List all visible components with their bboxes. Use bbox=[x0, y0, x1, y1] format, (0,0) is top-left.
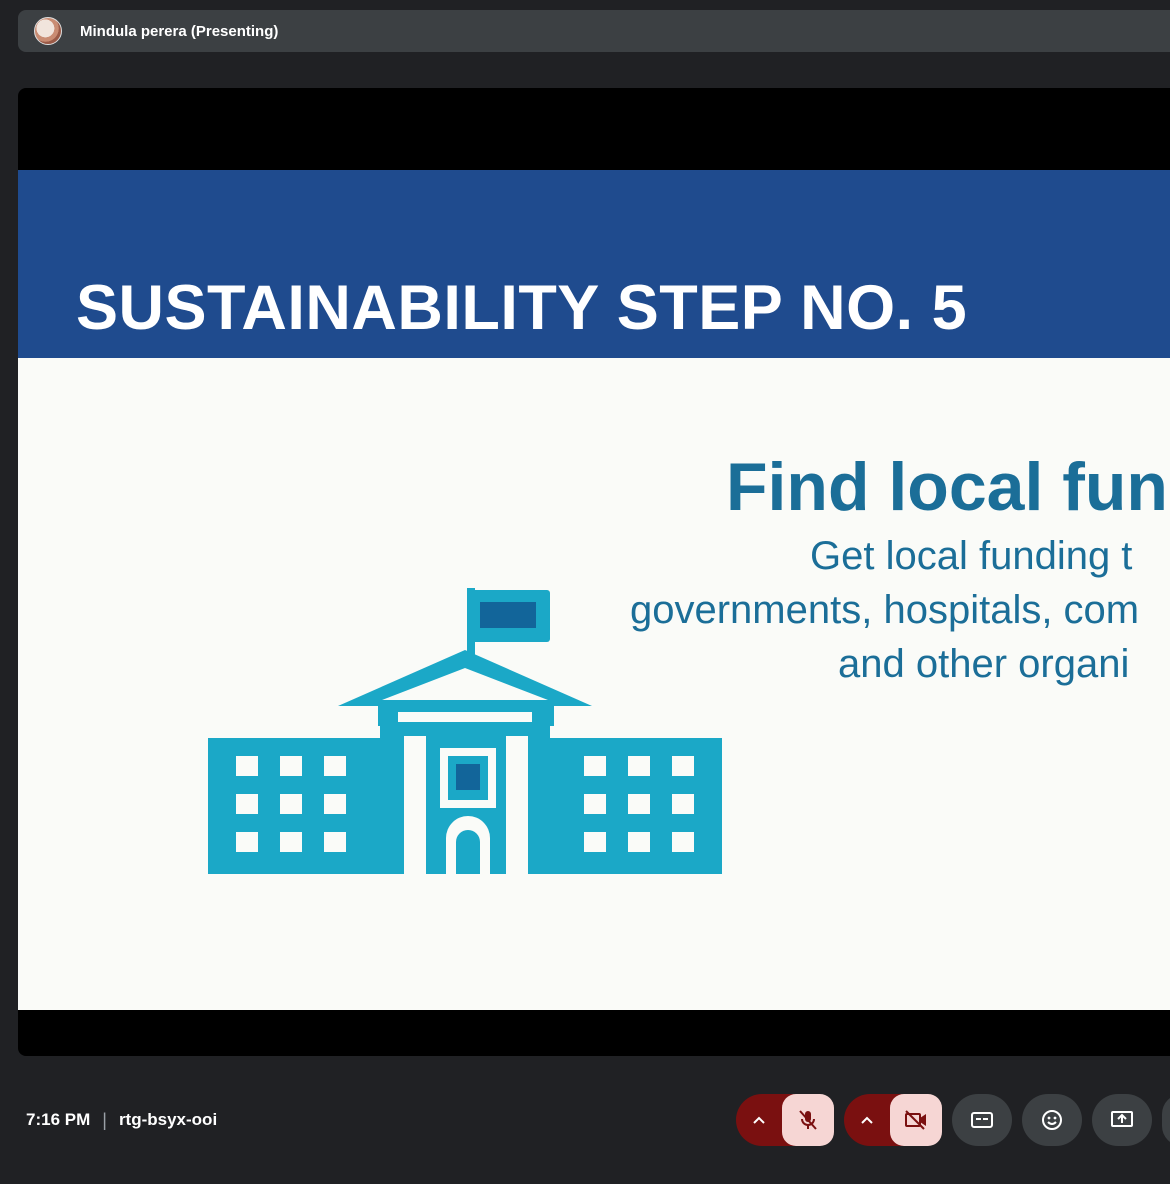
mic-control-group bbox=[736, 1094, 834, 1146]
slide-title: SUSTAINABILITY STEP NO. 5 bbox=[76, 273, 968, 343]
mic-options-chevron-icon[interactable] bbox=[736, 1094, 782, 1146]
presenter-avatar bbox=[34, 17, 62, 45]
meeting-toolbar: 7:16 PM | rtg-bsyx-ooi bbox=[0, 1080, 1170, 1160]
slide-heading: Find local fun bbox=[726, 449, 1168, 525]
mic-off-icon bbox=[799, 1110, 817, 1130]
presenter-bar[interactable]: Mindula perera (Presenting) bbox=[18, 10, 1170, 52]
presentation-stage: SUSTAINABILITY STEP NO. 5 Find local fun… bbox=[18, 88, 1170, 1056]
slide-body-line: Get local funding t bbox=[810, 534, 1133, 578]
camera-off-icon bbox=[905, 1110, 926, 1130]
separator: | bbox=[102, 1109, 107, 1130]
captions-icon bbox=[971, 1112, 993, 1128]
reactions-button[interactable] bbox=[1022, 1094, 1082, 1146]
slide: SUSTAINABILITY STEP NO. 5 Find local fun… bbox=[18, 170, 1170, 1010]
slide-body-line: and other organi bbox=[838, 642, 1130, 686]
camera-toggle-button[interactable] bbox=[890, 1094, 942, 1146]
present-screen-icon bbox=[1111, 1111, 1133, 1127]
mic-toggle-button[interactable] bbox=[782, 1094, 834, 1146]
slide-header-band: SUSTAINABILITY STEP NO. 5 bbox=[18, 170, 1170, 358]
meeting-code: rtg-bsyx-ooi bbox=[118, 1110, 218, 1129]
camera-options-chevron-icon[interactable] bbox=[844, 1094, 890, 1146]
camera-control-group bbox=[844, 1094, 942, 1146]
clock: 7:16 PM bbox=[26, 1110, 91, 1129]
emoji-icon bbox=[1042, 1110, 1062, 1130]
presenter-name: Mindula perera (Presenting) bbox=[80, 22, 279, 40]
present-screen-button[interactable] bbox=[1092, 1094, 1152, 1146]
government-building-icon bbox=[208, 588, 722, 874]
captions-button[interactable] bbox=[952, 1094, 1012, 1146]
call-controls bbox=[736, 1094, 1170, 1146]
more-options-button[interactable] bbox=[1162, 1094, 1170, 1146]
